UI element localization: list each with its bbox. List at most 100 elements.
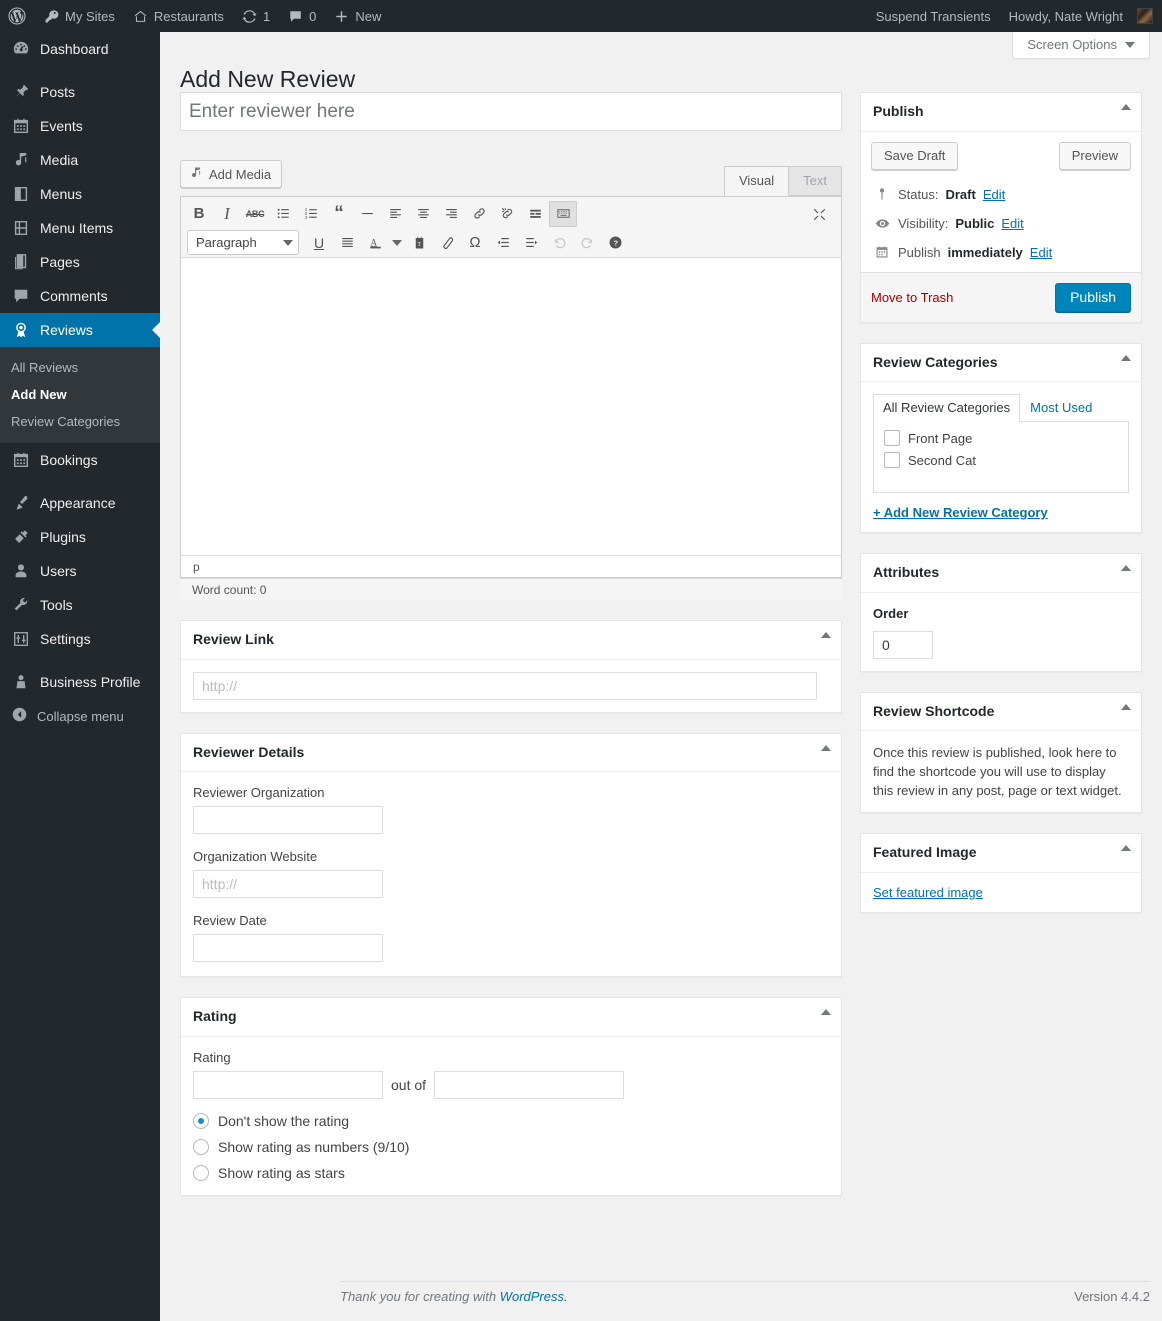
sidebar-submenu-item-add-new[interactable]: Add New — [0, 381, 160, 408]
screen-options-button[interactable]: Screen Options — [1012, 32, 1150, 59]
set-featured-image-link[interactable]: Set featured image — [873, 885, 983, 900]
text-color-icon[interactable]: A — [361, 230, 389, 256]
bulleted-list-icon[interactable] — [269, 201, 297, 227]
schedule-edit-link[interactable]: Edit — [1030, 245, 1052, 260]
special-character-icon[interactable]: Ω — [461, 230, 489, 256]
organization-website-input[interactable] — [193, 870, 383, 899]
strikethrough-icon[interactable]: ABC — [241, 201, 269, 227]
visibility-edit-link[interactable]: Edit — [1001, 216, 1023, 231]
italic-icon[interactable]: I — [213, 201, 241, 227]
sidebar-item-appearance[interactable]: Appearance — [0, 486, 160, 520]
tab-all-review-categories[interactable]: All Review Categories — [873, 394, 1021, 423]
paste-as-text-icon[interactable]: T — [405, 230, 433, 256]
review-link-box-header[interactable]: Review Link — [181, 621, 841, 660]
review-date-input[interactable] — [193, 934, 383, 963]
align-right-icon[interactable] — [437, 201, 465, 227]
review-categories-box-header[interactable]: Review Categories — [861, 344, 1141, 383]
admin-bar-item-new[interactable]: New — [325, 0, 390, 32]
fullscreen-icon[interactable] — [805, 201, 833, 227]
collapse-menu-button[interactable]: Collapse menu — [0, 699, 160, 733]
sidebar-item-reviews[interactable]: Reviews — [0, 313, 160, 347]
sidebar-item-users[interactable]: Users — [0, 554, 160, 588]
reviewer-organization-input[interactable] — [193, 806, 383, 835]
sidebar-submenu-item-review-categories[interactable]: Review Categories — [0, 408, 160, 435]
justify-icon[interactable] — [333, 230, 361, 256]
status-edit-link[interactable]: Edit — [983, 187, 1005, 202]
sidebar-item-events[interactable]: Events — [0, 109, 160, 143]
rating-value-input[interactable] — [193, 1070, 383, 1099]
insert-link-icon[interactable] — [465, 201, 493, 227]
checkbox-icon[interactable] — [884, 452, 900, 469]
category-item-front-page[interactable]: Front Page — [884, 430, 1118, 447]
numbered-list-icon[interactable]: 123 — [297, 201, 325, 227]
publish-button[interactable]: Publish — [1055, 282, 1131, 312]
rating-max-input[interactable] — [434, 1070, 625, 1099]
clear-formatting-icon[interactable] — [433, 230, 461, 256]
toggle-panel-icon[interactable] — [821, 744, 831, 751]
indent-icon[interactable] — [517, 230, 545, 256]
add-new-review-category-link[interactable]: + Add New Review Category — [873, 505, 1048, 520]
sidebar-item-plugins[interactable]: Plugins — [0, 520, 160, 554]
toggle-panel-icon[interactable] — [1121, 354, 1131, 361]
tab-text[interactable]: Text — [789, 166, 842, 196]
admin-bar-item-comments[interactable]: 0 — [279, 0, 325, 32]
redo-icon[interactable] — [573, 230, 601, 256]
save-draft-button[interactable]: Save Draft — [871, 141, 959, 170]
featured-image-box-header[interactable]: Featured Image — [861, 834, 1141, 873]
add-media-button[interactable]: Add Media — [180, 160, 283, 188]
outdent-icon[interactable] — [489, 230, 517, 256]
sidebar-item-media[interactable]: Media — [0, 143, 160, 177]
admin-bar-item-my-account[interactable]: Howdy, Nate Wright — [1000, 0, 1162, 32]
review-shortcode-box-header[interactable]: Review Shortcode — [861, 693, 1141, 732]
preview-button[interactable]: Preview — [1058, 141, 1131, 170]
radio-icon[interactable] — [193, 1164, 209, 1181]
reviewer-title-input[interactable] — [180, 92, 842, 131]
keyboard-shortcuts-icon[interactable]: ? — [601, 230, 629, 256]
tab-most-used[interactable]: Most Used — [1020, 394, 1102, 422]
wordpress-logo-icon[interactable] — [0, 0, 35, 32]
sidebar-item-tools[interactable]: Tools — [0, 588, 160, 622]
order-input[interactable] — [873, 630, 933, 659]
rating-option-numbers[interactable]: Show rating as numbers (9/10) — [193, 1138, 829, 1155]
sidebar-item-business-profile[interactable]: Business Profile — [0, 665, 160, 699]
align-center-icon[interactable] — [409, 201, 437, 227]
toggle-panel-icon[interactable] — [821, 632, 831, 638]
horizontal-rule-icon[interactable] — [353, 201, 381, 227]
sidebar-item-pages[interactable]: Pages — [0, 245, 160, 279]
review-link-input[interactable] — [193, 671, 817, 700]
toggle-toolbar-icon[interactable] — [549, 200, 577, 227]
admin-bar-item-site-name[interactable]: Restaurants — [124, 0, 233, 32]
format-select[interactable]: Paragraph — [187, 230, 299, 255]
move-to-trash-link[interactable]: Move to Trash — [871, 290, 953, 305]
radio-icon[interactable] — [193, 1112, 209, 1129]
rating-option-hide[interactable]: Don't show the rating — [193, 1112, 829, 1129]
toggle-panel-icon[interactable] — [1121, 565, 1131, 572]
category-item-second-cat[interactable]: Second Cat — [884, 452, 1118, 469]
rating-option-stars[interactable]: Show rating as stars — [193, 1164, 829, 1181]
toggle-panel-icon[interactable] — [1121, 104, 1131, 110]
read-more-icon[interactable] — [521, 201, 549, 227]
reviewer-details-box-header[interactable]: Reviewer Details — [181, 734, 841, 773]
wordpress-link[interactable]: WordPress. — [500, 1289, 568, 1304]
admin-bar-item-updates[interactable]: 1 — [233, 0, 279, 32]
align-left-icon[interactable] — [381, 201, 409, 227]
sidebar-item-menus[interactable]: Menus — [0, 177, 160, 211]
editor-content-area[interactable] — [181, 258, 841, 555]
sidebar-item-posts[interactable]: Posts — [0, 75, 160, 109]
toggle-panel-icon[interactable] — [1121, 703, 1131, 710]
radio-icon[interactable] — [193, 1138, 209, 1155]
tab-visual[interactable]: Visual — [723, 166, 790, 196]
sidebar-item-settings[interactable]: Settings — [0, 622, 160, 656]
blockquote-icon[interactable]: “ — [325, 201, 353, 227]
text-color-dropdown-icon[interactable] — [389, 230, 405, 256]
admin-bar-item-suspend-transients[interactable]: Suspend Transients — [867, 0, 1000, 32]
rating-box-header[interactable]: Rating — [181, 998, 841, 1037]
sidebar-item-comments[interactable]: Comments — [0, 279, 160, 313]
toggle-panel-icon[interactable] — [821, 1009, 831, 1016]
publish-box-header[interactable]: Publish — [861, 93, 1141, 132]
undo-icon[interactable] — [545, 230, 573, 256]
sidebar-submenu-item-all-reviews[interactable]: All Reviews — [0, 354, 160, 381]
admin-bar-item-my-sites[interactable]: My Sites — [35, 0, 124, 32]
checkbox-icon[interactable] — [884, 430, 900, 447]
sidebar-item-dashboard[interactable]: Dashboard — [0, 32, 160, 66]
